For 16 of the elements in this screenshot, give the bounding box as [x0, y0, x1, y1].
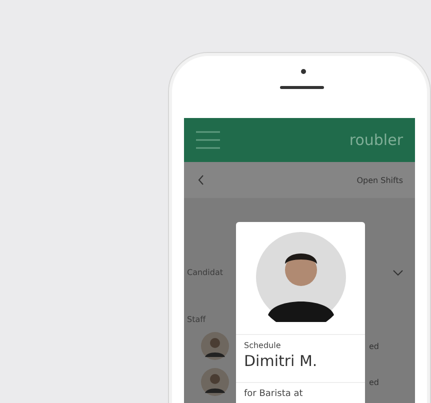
avatar-icon [201, 332, 229, 360]
section-label: Staff [187, 315, 207, 324]
nav-title: Open Shifts [356, 176, 403, 184]
logo: roubler [349, 131, 403, 149]
shift-detail: for Barista at [244, 389, 304, 399]
card-caption: Schedule [244, 341, 282, 350]
staff-status: ed [369, 378, 379, 386]
staff-status: ed [369, 342, 379, 350]
avatar-icon [201, 368, 229, 396]
speaker-icon [280, 86, 324, 89]
chevron-down-icon [393, 270, 403, 276]
menu-icon[interactable] [196, 131, 220, 149]
back-icon[interactable] [198, 175, 204, 185]
person-name: Dimitri M. [244, 352, 318, 370]
candidates-row[interactable]: Candidat [187, 268, 403, 277]
camera-icon [301, 69, 306, 74]
